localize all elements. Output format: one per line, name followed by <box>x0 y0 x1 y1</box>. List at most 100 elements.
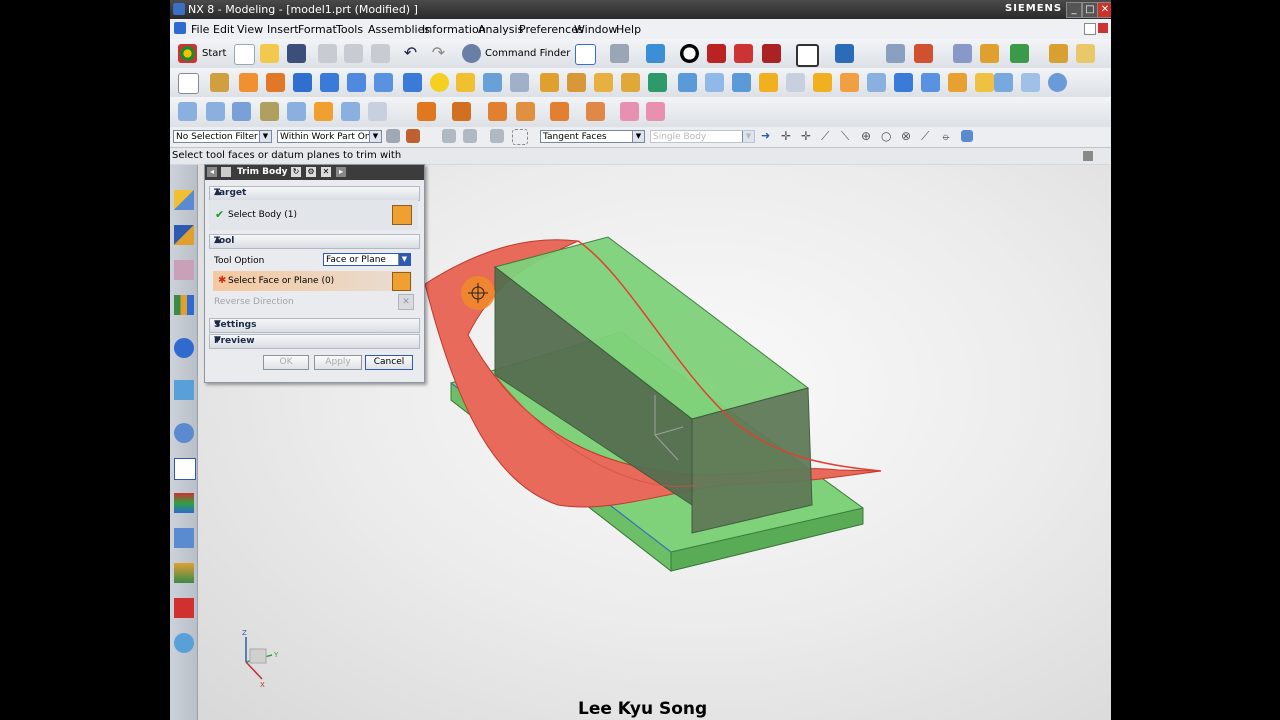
command-finder-icon[interactable] <box>462 44 481 63</box>
panel-toggle-icon[interactable] <box>1083 151 1093 161</box>
animation-icon[interactable] <box>1010 44 1029 63</box>
quick-pick-icon[interactable] <box>490 129 504 143</box>
trim-body-icon[interactable] <box>732 73 751 92</box>
shaded-cube-icon[interactable] <box>646 44 665 63</box>
snap-midpoint-icon[interactable]: ✛ <box>801 130 813 142</box>
move-icon[interactable] <box>953 44 972 63</box>
patch-icon[interactable] <box>840 73 859 92</box>
roles-icon[interactable] <box>174 563 194 583</box>
render-style-icon[interactable] <box>680 44 699 63</box>
undo-icon[interactable]: ↶ <box>401 44 420 63</box>
swept-icon[interactable] <box>232 102 251 121</box>
tool-group-header[interactable]: Tool ▲ <box>209 234 420 249</box>
tool-option-dropdown[interactable]: Face or Plane ▼ <box>323 253 411 266</box>
globe-icon[interactable] <box>1048 73 1067 92</box>
constraint-navigator-icon[interactable] <box>174 225 194 245</box>
red-cube-2-icon[interactable] <box>734 44 753 63</box>
sketch-icon[interactable] <box>178 73 199 94</box>
snap-curve-icon[interactable]: ⟋ <box>921 130 933 142</box>
red-cube-icon[interactable] <box>707 44 726 63</box>
cylinder-icon[interactable] <box>320 73 339 92</box>
menu-view[interactable]: View <box>237 23 263 36</box>
bridge-icon[interactable] <box>341 102 360 121</box>
minimize-button[interactable]: _ <box>1066 2 1082 18</box>
menu-tools[interactable]: Tools <box>336 23 363 36</box>
replace-face-icon[interactable] <box>867 73 886 92</box>
menu-help[interactable]: Help <box>616 23 641 36</box>
maximize-button[interactable]: □ <box>1082 2 1098 18</box>
copy-icon[interactable] <box>344 44 363 63</box>
hd3d-tools-icon[interactable] <box>174 338 194 358</box>
move-face-icon[interactable] <box>894 73 913 92</box>
sphere-icon[interactable] <box>430 73 449 92</box>
shell-icon[interactable] <box>594 73 613 92</box>
menu-window[interactable]: Window <box>574 23 617 36</box>
sew-icon[interactable] <box>813 73 832 92</box>
snap-center-icon[interactable]: ⊕ <box>861 130 873 142</box>
new-icon[interactable] <box>234 44 255 65</box>
arrow-right-icon[interactable]: ➜ <box>761 130 773 142</box>
datum-icon[interactable] <box>210 73 229 92</box>
trimmed-sheet-icon[interactable] <box>452 102 471 121</box>
snap-quadrant-icon[interactable]: ○ <box>881 130 893 142</box>
ruled-icon[interactable] <box>260 102 279 121</box>
dialog-close-icon[interactable]: ✕ <box>321 167 331 177</box>
system-materials-icon[interactable] <box>174 458 196 480</box>
extension-icon[interactable] <box>368 102 387 121</box>
surface-icon[interactable] <box>1021 73 1040 92</box>
expand-arrow-icon[interactable]: ▸ <box>336 167 346 177</box>
sheet-icon[interactable] <box>994 73 1013 92</box>
mirror-icon[interactable] <box>705 73 724 92</box>
menu-insert[interactable]: Insert <box>267 23 299 36</box>
apply-button[interactable]: Apply <box>314 355 362 370</box>
snap-endpoint-icon[interactable]: ✛ <box>781 130 793 142</box>
delete-face-icon[interactable] <box>921 73 940 92</box>
offset-surface-icon[interactable] <box>586 102 605 121</box>
menu-format[interactable]: Format <box>298 23 337 36</box>
red-cube-3-icon[interactable] <box>762 44 781 63</box>
ok-button[interactable]: OK <box>263 355 309 370</box>
block-icon[interactable] <box>293 73 312 92</box>
transform-icon[interactable] <box>980 44 999 63</box>
hole-icon[interactable] <box>374 73 393 92</box>
start-label[interactable]: Start <box>202 48 226 59</box>
thicken-icon[interactable] <box>786 73 805 92</box>
select-face-row[interactable]: ✱ Select Face or Plane (0) <box>213 271 412 291</box>
split-body-icon[interactable] <box>759 73 778 92</box>
wcs-icon[interactable] <box>835 44 854 63</box>
fit-view-icon[interactable] <box>575 44 596 65</box>
draft-icon[interactable] <box>1076 44 1095 63</box>
selection-filter-icon[interactable] <box>386 129 400 143</box>
snap-face-icon[interactable] <box>961 130 973 142</box>
command-finder-label[interactable]: Command Finder <box>485 48 570 59</box>
history-icon[interactable] <box>174 423 194 443</box>
n-sided-icon[interactable] <box>314 102 333 121</box>
settings-group-header[interactable]: Settings ▼ <box>209 318 420 333</box>
select-body-icon[interactable] <box>392 205 412 225</box>
assembly-navigator-icon[interactable] <box>174 190 194 210</box>
menu-file[interactable]: File <box>191 23 209 36</box>
deselect-icon[interactable] <box>463 129 477 143</box>
revolve-icon[interactable] <box>266 73 285 92</box>
through-curve-mesh-icon[interactable] <box>206 102 225 121</box>
edge-blend-icon[interactable] <box>540 73 559 92</box>
save-icon[interactable] <box>287 44 306 63</box>
through-curves-icon[interactable] <box>178 102 197 121</box>
menu-edit[interactable]: Edit <box>213 23 234 36</box>
manufacturing-wizards-icon[interactable] <box>174 528 194 548</box>
select-body-row[interactable]: ✔ Select Body (1) <box>209 200 418 230</box>
preview-group-header[interactable]: Preview ▼ <box>209 334 420 349</box>
menu-information[interactable]: Information <box>422 23 486 36</box>
paste-icon[interactable] <box>371 44 390 63</box>
redo-icon[interactable]: ↷ <box>429 44 448 63</box>
process-studio-icon[interactable] <box>174 493 194 513</box>
background-icon[interactable] <box>796 44 819 67</box>
part-navigator-icon[interactable] <box>174 260 194 280</box>
menu-assemblies[interactable]: Assemblies <box>368 23 430 36</box>
snap-bounded-icon[interactable]: ⦵ <box>941 130 953 142</box>
select-face-icon[interactable] <box>392 272 411 291</box>
start-icon[interactable] <box>178 44 197 63</box>
draft-face-icon[interactable] <box>621 73 640 92</box>
fillet-icon[interactable] <box>975 73 994 92</box>
pattern-icon[interactable] <box>678 73 697 92</box>
